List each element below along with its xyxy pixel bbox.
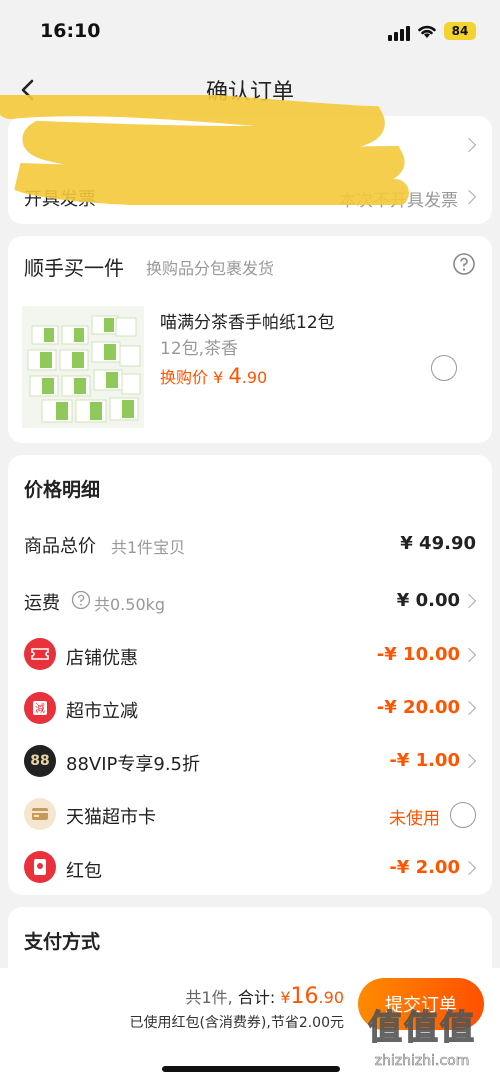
addon-price-label: 换购价 [160, 368, 209, 387]
price-detail-title: 价格明细 [24, 479, 101, 501]
total-dec: .90 [318, 988, 344, 1007]
supermarket-discount-chevron-icon[interactable] [461, 700, 477, 716]
address-chevron-icon[interactable] [461, 137, 477, 153]
store-discount-chevron-icon[interactable] [461, 647, 477, 663]
tmall-card-radio[interactable] [450, 802, 476, 828]
status-time: 16:10 [40, 20, 101, 42]
goods-total-label: 商品总价 [24, 536, 96, 557]
tmall-card-label: 天猫超市卡 [66, 807, 156, 828]
total-int: 16 [290, 984, 319, 1009]
signal-icon [388, 26, 410, 41]
svg-text:減: 減 [35, 702, 45, 715]
addon-select-radio[interactable] [431, 355, 457, 381]
shipping-value[interactable]: ¥ 0.00 [397, 590, 460, 611]
shipping-help-icon[interactable] [71, 590, 91, 610]
invoice-chevron-icon[interactable] [461, 189, 477, 205]
shipping-note: 共0.50kg [94, 595, 166, 614]
order-total: 共1件, 合计: ¥16.90 [185, 984, 344, 1009]
redaction-scribble [0, 95, 409, 205]
shipping-chevron-icon[interactable] [461, 593, 477, 609]
red-packet-value[interactable]: -¥ 2.00 [389, 857, 460, 878]
product-image[interactable] [22, 306, 144, 428]
addon-price-int: 4 [228, 364, 242, 388]
total-symbol: ¥ [280, 988, 291, 1007]
status-bar: 16:10 84 [0, 0, 500, 64]
coupon-icon [24, 638, 56, 670]
discount-icon: 減 [24, 692, 56, 724]
addon-price-dec: .90 [241, 368, 268, 387]
vip-discount-label: 88VIP专享9.5折 [66, 754, 201, 775]
vip-discount-chevron-icon[interactable] [461, 753, 477, 769]
item-count: 共1件, [185, 988, 233, 1007]
red-packet-chevron-icon[interactable] [461, 860, 477, 876]
home-indicator [162, 1066, 340, 1072]
payment-title: 支付方式 [24, 931, 101, 953]
store-discount-value[interactable]: -¥ 10.00 [377, 644, 460, 665]
addon-card: 顺手买一件 换购品分包裹发货 喵满分茶香手帕纸12包 12包,茶香 换购价 ¥ … [8, 236, 492, 443]
tmall-card-value: 未使用 [389, 809, 440, 829]
watermark: 值值值 zhizhizhi.com [352, 1000, 492, 1070]
watermark-site: zhizhizhi.com [374, 1053, 470, 1070]
red-packet-label: 红包 [66, 861, 102, 882]
red-packet-icon [24, 851, 56, 883]
addon-subtitle: 换购品分包裹发货 [146, 259, 275, 278]
vip-88-icon: 88 [24, 745, 56, 777]
card-icon [24, 798, 56, 830]
total-label: 合计: [237, 988, 276, 1007]
product-spec: 12包,茶香 [160, 339, 239, 359]
supermarket-discount-value[interactable]: -¥ 20.00 [377, 697, 460, 718]
addon-title: 顺手买一件 [24, 256, 124, 280]
goods-total-note: 共1件宝贝 [111, 538, 186, 557]
help-icon[interactable] [452, 252, 476, 276]
shipping-label: 运费 [24, 593, 60, 614]
addon-price: 换购价 ¥ 4.90 [160, 364, 267, 388]
addon-price-symbol: ¥ [213, 368, 224, 387]
savings-note: 已使用红包(含消费券),节省2.00元 [129, 1015, 344, 1031]
battery-icon: 84 [444, 22, 476, 40]
wifi-icon [418, 25, 436, 38]
watermark-logo: 值值值 [367, 1007, 476, 1048]
supermarket-discount-label: 超市立减 [66, 701, 138, 722]
store-discount-label: 店铺优惠 [66, 648, 138, 669]
price-detail-card: 价格明细 商品总价 共1件宝贝 ¥ 49.90 运费 共0.50kg ¥ 0.0… [8, 455, 492, 895]
vip-discount-value[interactable]: -¥ 1.00 [389, 750, 460, 771]
goods-total-value: ¥ 49.90 [400, 533, 476, 554]
product-name[interactable]: 喵满分茶香手帕纸12包 [160, 308, 335, 333]
